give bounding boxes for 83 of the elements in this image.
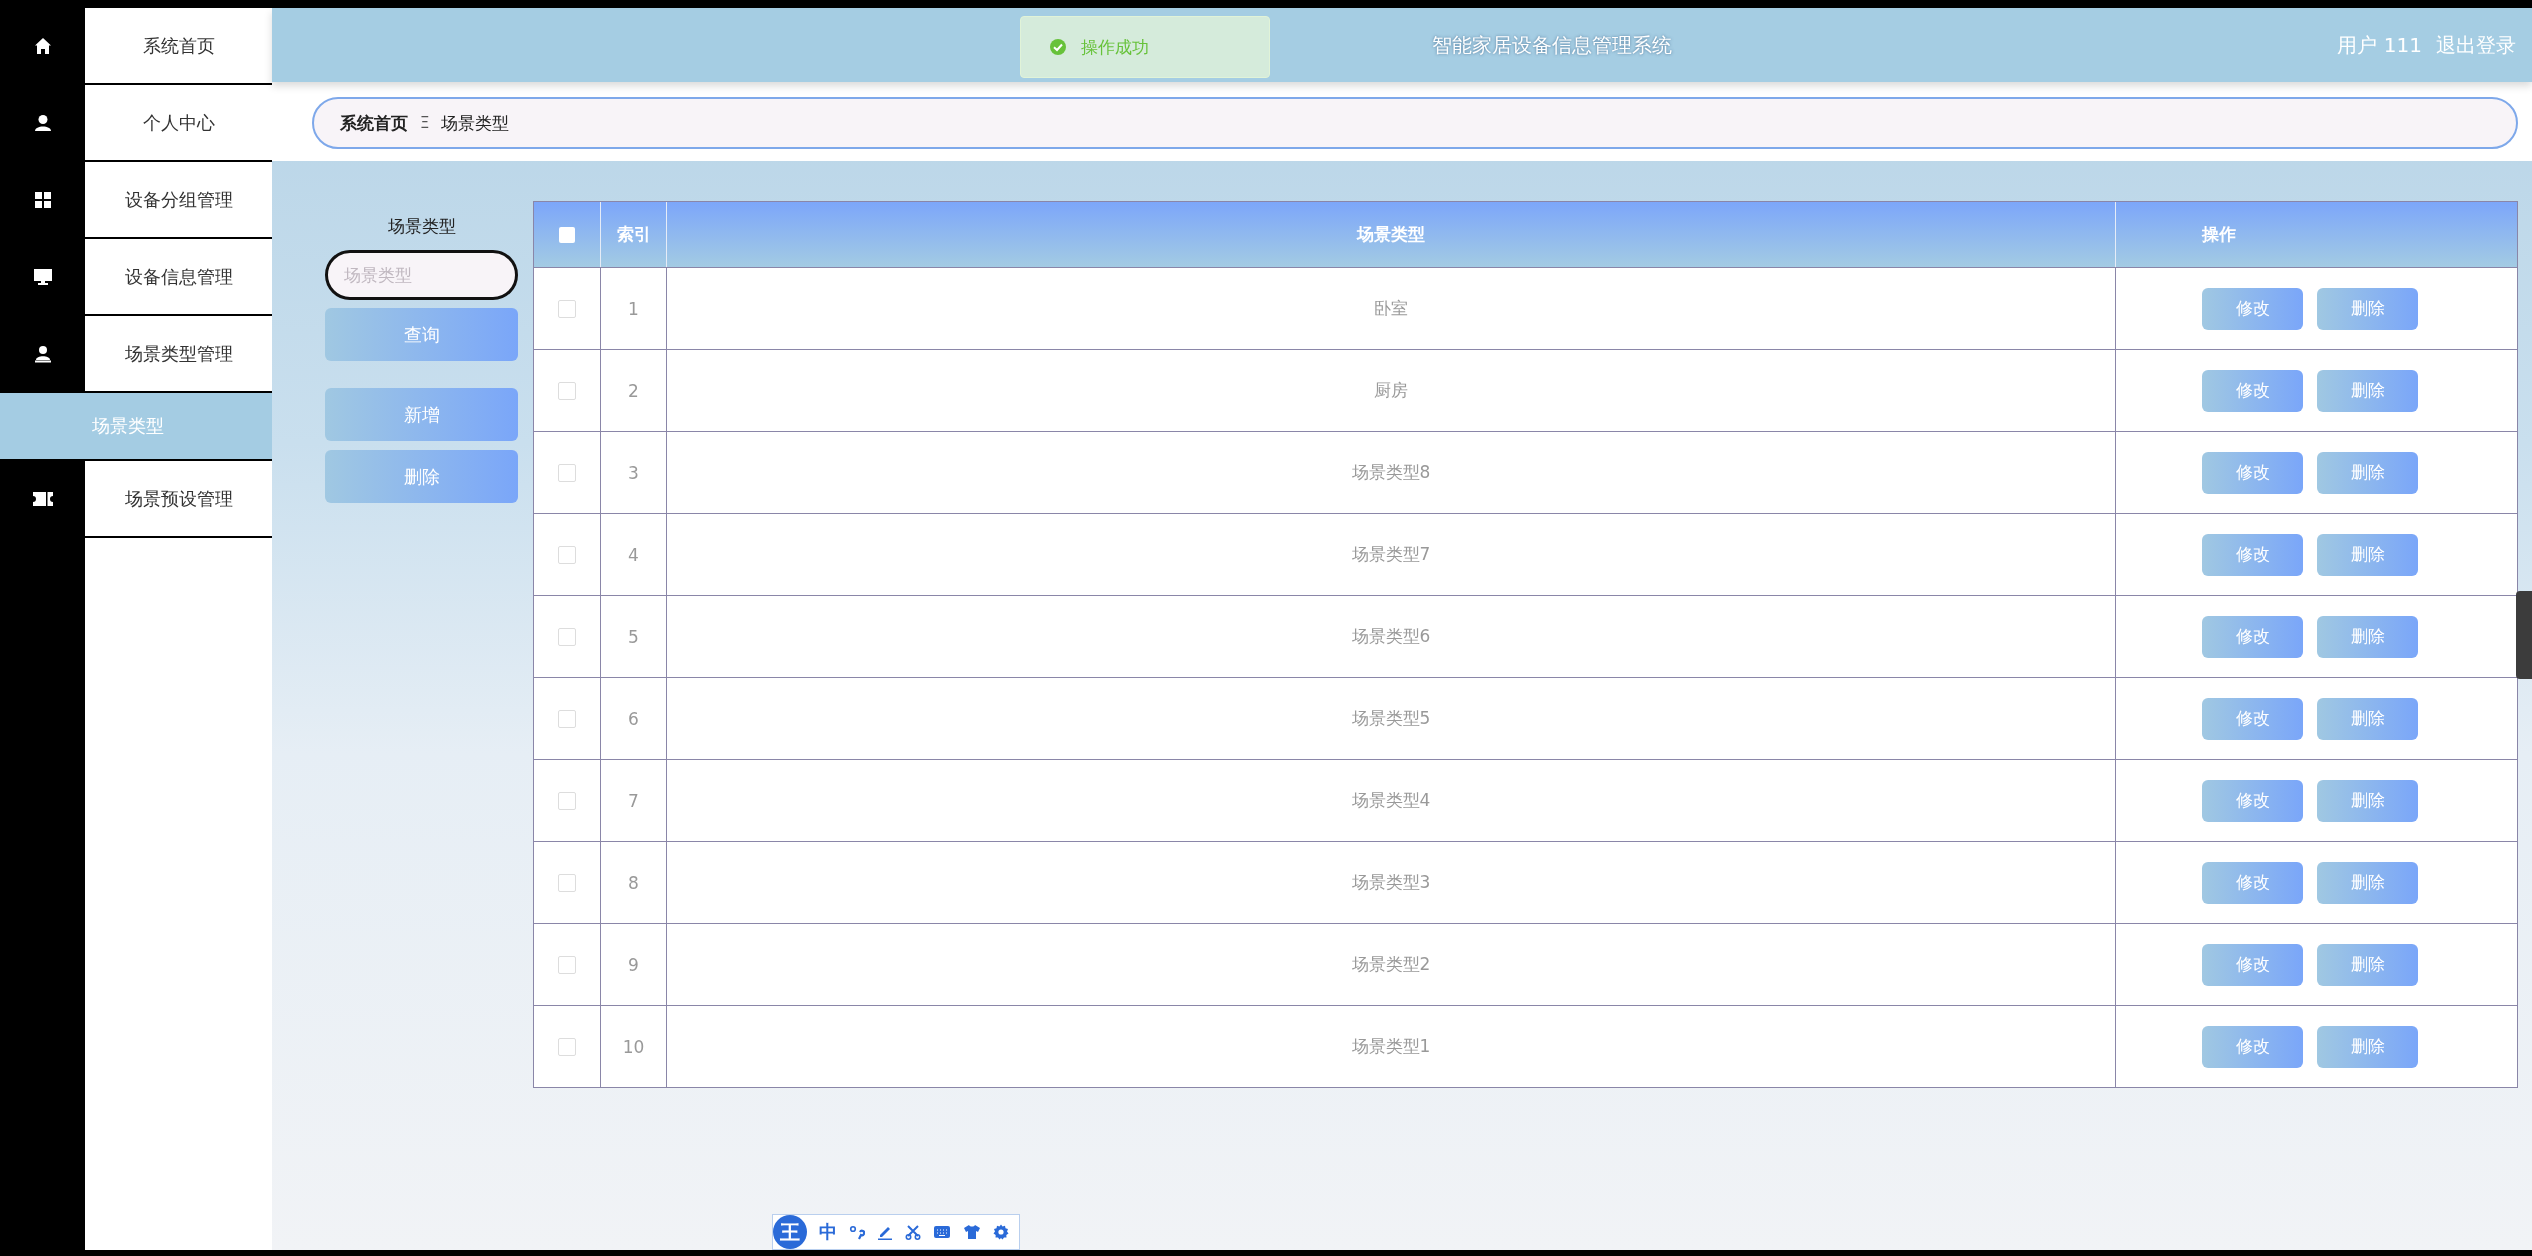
row-checkbox[interactable] [558, 627, 576, 646]
column-header: 索引 [601, 202, 667, 267]
table-cell: 3 [601, 432, 667, 513]
delete-button[interactable]: 删除 [2317, 779, 2418, 822]
delete-button[interactable]: 删除 [2317, 287, 2418, 330]
row-checkbox[interactable] [558, 463, 576, 482]
search-button[interactable]: 查询 [325, 308, 518, 361]
row-checkbox[interactable] [558, 299, 576, 318]
ime-mode-toggle[interactable]: 中 [819, 1220, 837, 1244]
ime-logo[interactable]: 王 [773, 1215, 807, 1249]
delete-button[interactable]: 删除 [2317, 1025, 2418, 1068]
table-cell: 1 [601, 268, 667, 349]
table-cell: 2 [601, 350, 667, 431]
delete-button[interactable]: 删除 [2317, 369, 2418, 412]
add-button[interactable]: 新增 [325, 388, 518, 441]
table-cell: 7 [601, 760, 667, 841]
keyboard-icon[interactable] [933, 1225, 951, 1239]
edit-button[interactable]: 修改 [2202, 943, 2303, 986]
side-handle[interactable] [2516, 591, 2532, 679]
delete-button[interactable]: 删除 [2317, 697, 2418, 740]
settings-icon[interactable] [993, 1224, 1009, 1240]
edit-button[interactable]: 修改 [2202, 369, 2303, 412]
table-cell: 场景类型6 [667, 596, 2116, 677]
logout-link[interactable]: 退出登录 [2436, 31, 2516, 59]
row-checkbox[interactable] [558, 1037, 576, 1056]
toast-message: 操作成功 [1081, 35, 1149, 59]
table-cell: 场景类型4 [667, 760, 2116, 841]
monitor-icon [33, 267, 52, 286]
table-cell: 卧室 [667, 268, 2116, 349]
edit-button[interactable]: 修改 [2202, 697, 2303, 740]
grid-icon [33, 190, 52, 209]
delete-button[interactable]: 删除 [2317, 451, 2418, 494]
edit-button[interactable]: 修改 [2202, 779, 2303, 822]
delete-button[interactable]: 删除 [2317, 533, 2418, 576]
row-checkbox[interactable] [558, 709, 576, 728]
table-cell: 9 [601, 924, 667, 1005]
app-title: 智能家居设备信息管理系统 [1432, 31, 1672, 59]
search-field[interactable]: 场景类型 [325, 250, 518, 300]
scissors-icon[interactable] [905, 1224, 921, 1240]
row-checkbox[interactable] [558, 791, 576, 810]
person-icon [33, 344, 52, 363]
edit-button[interactable]: 修改 [2202, 287, 2303, 330]
sidebar-subitem[interactable]: 场景类型 [0, 393, 272, 459]
table-cell: 厨房 [667, 350, 2116, 431]
table-cell: 6 [601, 678, 667, 759]
user-icon [33, 113, 52, 132]
table-cell: 场景类型5 [667, 678, 2116, 759]
user-name: 用户 111 [2337, 31, 2422, 59]
row-checkbox[interactable] [558, 545, 576, 564]
breadcrumb-separator: Ξ [420, 114, 430, 132]
home-icon [33, 36, 52, 55]
column-header: 场景类型 [667, 202, 2116, 267]
select-all-checkbox[interactable] [559, 226, 575, 243]
table-cell: 8 [601, 842, 667, 923]
table-cell: 10 [601, 1006, 667, 1087]
table-cell: 场景类型8 [667, 432, 2116, 513]
shirt-icon[interactable] [963, 1224, 981, 1240]
pen-icon[interactable] [877, 1224, 893, 1240]
search-label: 场景类型 [386, 215, 457, 238]
edit-button[interactable]: 修改 [2202, 615, 2303, 658]
table-cell: 场景类型1 [667, 1006, 2116, 1087]
table-cell: 场景类型7 [667, 514, 2116, 595]
check-circle-icon [1049, 38, 1067, 56]
ticket-icon [32, 490, 53, 507]
edit-button[interactable]: 修改 [2202, 1025, 2303, 1068]
edit-button[interactable]: 修改 [2202, 451, 2303, 494]
delete-button[interactable]: 删除 [2317, 615, 2418, 658]
delete-button[interactable]: 删除 [2317, 943, 2418, 986]
table-cell: 5 [601, 596, 667, 677]
edit-button[interactable]: 修改 [2202, 861, 2303, 904]
delete-button[interactable]: 删除 [325, 450, 518, 503]
row-checkbox[interactable] [558, 381, 576, 400]
punctuation-icon[interactable] [849, 1224, 865, 1240]
table-cell: 场景类型3 [667, 842, 2116, 923]
column-header: 操作 [2200, 223, 2237, 246]
delete-button[interactable]: 删除 [2317, 861, 2418, 904]
breadcrumb-item: 场景类型 [441, 111, 510, 135]
table-cell: 场景类型2 [667, 924, 2116, 1005]
table-cell: 4 [601, 514, 667, 595]
row-checkbox[interactable] [558, 873, 576, 892]
row-checkbox[interactable] [558, 955, 576, 974]
breadcrumb-link[interactable]: 系统首页 [340, 111, 408, 135]
edit-button[interactable]: 修改 [2202, 533, 2303, 576]
